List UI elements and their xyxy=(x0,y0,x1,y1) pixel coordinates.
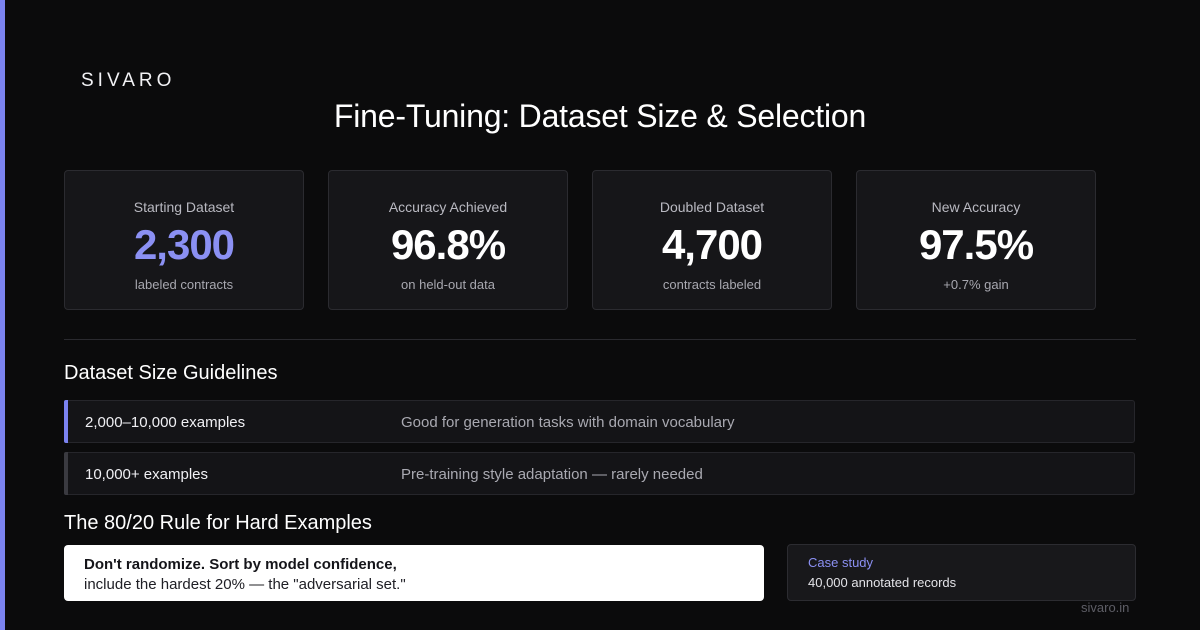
stat-value: 96.8% xyxy=(390,221,506,268)
guideline-size: 2,000–10,000 examples xyxy=(85,414,246,431)
stat-value: 97.5% xyxy=(918,221,1034,268)
stat-sub: contracts labeled xyxy=(662,277,762,292)
case-study-label: Case study xyxy=(808,555,874,570)
left-accent-bar xyxy=(0,0,5,630)
stats-row: Starting Dataset 2,300 labeled contracts… xyxy=(64,170,1104,310)
case-study-text: 40,000 annotated records xyxy=(808,575,957,590)
stat-card-doubled-dataset: Doubled Dataset 4,700 contracts labeled xyxy=(592,170,832,310)
stat-label: Doubled Dataset xyxy=(659,199,765,215)
guideline-note: Good for generation tasks with domain vo… xyxy=(401,414,735,431)
guideline-size: 10,000+ examples xyxy=(85,466,209,483)
stat-sub: +0.7% gain xyxy=(943,277,1009,292)
hard-examples-heading: The 80/20 Rule for Hard Examples xyxy=(64,512,372,534)
stat-label: Starting Dataset xyxy=(133,199,235,215)
site-url: sivaro.in xyxy=(1081,600,1130,615)
section-divider xyxy=(64,339,1136,340)
stat-card-new-accuracy: New Accuracy 97.5% +0.7% gain xyxy=(856,170,1096,310)
stat-sub: on held-out data xyxy=(401,277,495,292)
quote-callout: Don't randomize. Sort by model confidenc… xyxy=(64,545,764,601)
guideline-row: 10,000+ examples Pre-training style adap… xyxy=(64,452,1135,495)
stat-card-accuracy-achieved: Accuracy Achieved 96.8% on held-out data xyxy=(328,170,568,310)
quote-line-1: Don't randomize. Sort by model confidenc… xyxy=(84,556,397,573)
guidelines-heading: Dataset Size Guidelines xyxy=(64,362,278,384)
page-title: Fine-Tuning: Dataset Size & Selection xyxy=(333,98,867,134)
case-study-card: Case study 40,000 annotated records xyxy=(787,544,1136,601)
stat-card-starting-dataset: Starting Dataset 2,300 labeled contracts xyxy=(64,170,304,310)
row-accent-edge xyxy=(64,400,68,443)
quote-line-2: include the hardest 20% — the "adversari… xyxy=(84,576,406,593)
stat-value: 2,300 xyxy=(133,221,235,268)
stat-value: 4,700 xyxy=(661,221,763,268)
row-accent-edge xyxy=(64,452,68,495)
stat-label: Accuracy Achieved xyxy=(388,199,508,215)
guideline-note: Pre-training style adaptation — rare­ly … xyxy=(401,466,703,483)
guideline-row: 2,000–10,000 examples Good for generatio… xyxy=(64,400,1135,443)
brand-logo: SIVARO xyxy=(81,70,176,91)
stat-sub: labeled contracts xyxy=(134,277,234,292)
stat-label: New Accuracy xyxy=(931,199,1021,215)
